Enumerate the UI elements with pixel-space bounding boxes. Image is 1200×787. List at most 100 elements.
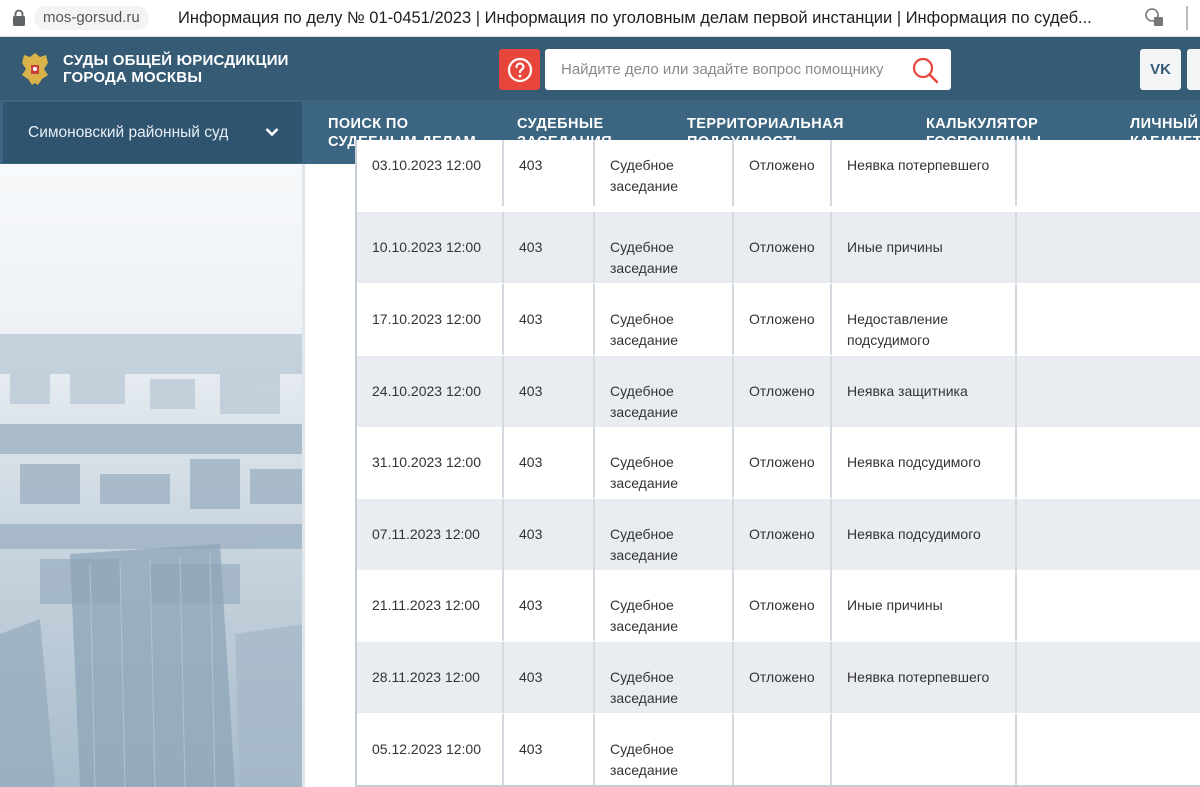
hearing-type-line: заседание [610,690,678,706]
hearing-type-line: заседание [610,762,678,778]
table-row: 17.10.2023 12:00 403 Судебное заседание О… [357,284,1200,356]
hearing-room: 403 [504,356,595,427]
court-selector[interactable]: Симоновский районный суд [3,102,302,163]
hearing-extra [1017,570,1200,641]
tab-edge [1186,6,1200,30]
hearing-datetime: 31.10.2023 12:00 [357,427,504,498]
hearing-type-line: заседание [610,260,678,276]
table-row: 03.10.2023 12:00 403 Судебное заседание О… [357,140,1200,207]
hearing-extra [1017,642,1200,713]
hearing-room: 403 [504,570,595,641]
city-skyline-image [0,164,303,787]
hearing-result: Отложено [734,140,832,206]
hearing-room: 403 [504,714,595,785]
hearing-datetime: 21.11.2023 12:00 [357,570,504,641]
hearing-extra [1017,356,1200,427]
hearing-extra [1017,212,1200,283]
hearing-reason-line: Недоставление [847,311,948,327]
hearing-room: 403 [504,140,595,206]
hearing-datetime: 28.11.2023 12:00 [357,642,504,713]
hearing-type-line: Судебное [610,383,674,399]
hearing-type: Судебное заседание [595,499,734,570]
hearing-type-line: заседание [610,404,678,420]
hearing-room: 403 [504,642,595,713]
search-box [545,49,951,90]
hearing-reason-line: Иные причины [847,239,943,255]
coat-of-arms-icon[interactable] [18,51,52,87]
hearing-type-line: Судебное [610,669,674,685]
hearing-type: Судебное заседание [595,570,734,641]
question-icon [507,57,532,82]
site-name[interactable]: СУДЫ ОБЩЕЙ ЮРИСДИКЦИИ ГОРОДА МОСКВЫ [63,52,303,86]
hearing-reason-line: Неявка потерпевшего [847,669,990,685]
table-row: 21.11.2023 12:00 403 Судебное заседание О… [357,570,1200,642]
hearing-extra [1017,284,1200,355]
hearing-reason [832,714,1017,785]
search-input[interactable] [545,49,905,90]
hearing-type: Судебное заседание [595,427,734,498]
nav-item-label: ТЕРРИТОРИАЛЬНАЯ [687,116,844,132]
browser-address-bar: mos-gorsud.ru Информация по делу № 01-04… [0,0,1200,37]
hearing-type: Судебное заседание [595,356,734,427]
hearing-type: Судебное заседание [595,140,734,206]
hearing-reason-line: Иные причины [847,597,943,613]
hearing-type-line: Судебное [610,157,674,173]
hearing-result [734,714,832,785]
hearing-room: 403 [504,427,595,498]
hearing-datetime: 05.12.2023 12:00 [357,714,504,785]
hearing-reason: Иные причины [832,570,1017,641]
hearing-reason-line: Неявка защитника [847,383,968,399]
vk-button[interactable]: VK [1140,49,1181,90]
search-icon[interactable] [911,56,939,84]
hearing-extra [1017,140,1200,206]
hearing-type: Судебное заседание [595,212,734,283]
hearing-extra [1017,427,1200,498]
hearing-datetime: 03.10.2023 12:00 [357,140,504,206]
sidebar-divider [302,164,305,787]
hearing-reason-line: Неявка подсудимого [847,526,981,542]
hearing-type: Судебное заседание [595,642,734,713]
hearing-result: Отложено [734,212,832,283]
nav-item-label: СУДЕБНЫЕ [517,116,604,132]
hearing-room: 403 [504,284,595,355]
table-row: 31.10.2023 12:00 403 Судебное заседание О… [357,427,1200,499]
lock-icon[interactable] [12,9,26,27]
hearing-result: Отложено [734,427,832,498]
hearing-extra [1017,714,1200,785]
hearing-type-line: заседание [610,332,678,348]
social-button[interactable] [1187,49,1200,90]
court-selector-label: Симоновский районный суд [28,124,229,141]
hearing-type-line: заседание [610,618,678,634]
sidebar-city-image [0,164,303,787]
hearing-result: Отложено [734,284,832,355]
hearing-type-line: Судебное [610,311,674,327]
nav-item-label: ПОИСК ПО [328,116,409,132]
hearing-type-line: Судебное [610,597,674,613]
hearing-reason: Недоставление подсудимого [832,284,1017,355]
hearing-type-line: заседание [610,178,678,194]
vk-icon: VK [1150,61,1171,78]
hearing-datetime: 07.11.2023 12:00 [357,499,504,570]
site-header: СУДЫ ОБЩЕЙ ЮРИСДИКЦИИ ГОРОДА МОСКВЫ VK [0,37,1200,100]
hearing-datetime: 24.10.2023 12:00 [357,356,504,427]
site-settings-icon[interactable] [1143,6,1165,28]
hearing-type-line: Судебное [610,239,674,255]
nav-item-label: КАЛЬКУЛЯТОР [926,116,1039,132]
table-row: 10.10.2023 12:00 403 Судебное заседание О… [357,212,1200,284]
hearing-reason: Неявка потерпевшего [832,642,1017,713]
table-row: 05.12.2023 12:00 403 Судебное заседание [357,714,1200,786]
nav-item-label: ЛИЧНЫЙ [1130,116,1199,132]
hearing-result: Отложено [734,570,832,641]
hearing-type-line: Судебное [610,454,674,470]
hearing-reason: Неявка потерпевшего [832,140,1017,206]
help-button[interactable] [499,49,540,90]
table-row: 07.11.2023 12:00 403 Судебное заседание О… [357,499,1200,571]
url-domain[interactable]: mos-gorsud.ru [34,6,149,30]
hearing-type-line: заседание [610,547,678,563]
hearing-reason-line: Неявка подсудимого [847,454,981,470]
hearing-reason: Неявка подсудимого [832,427,1017,498]
hearing-extra [1017,499,1200,570]
hearing-type: Судебное заседание [595,714,734,785]
hearing-room: 403 [504,499,595,570]
hearing-room: 403 [504,212,595,283]
